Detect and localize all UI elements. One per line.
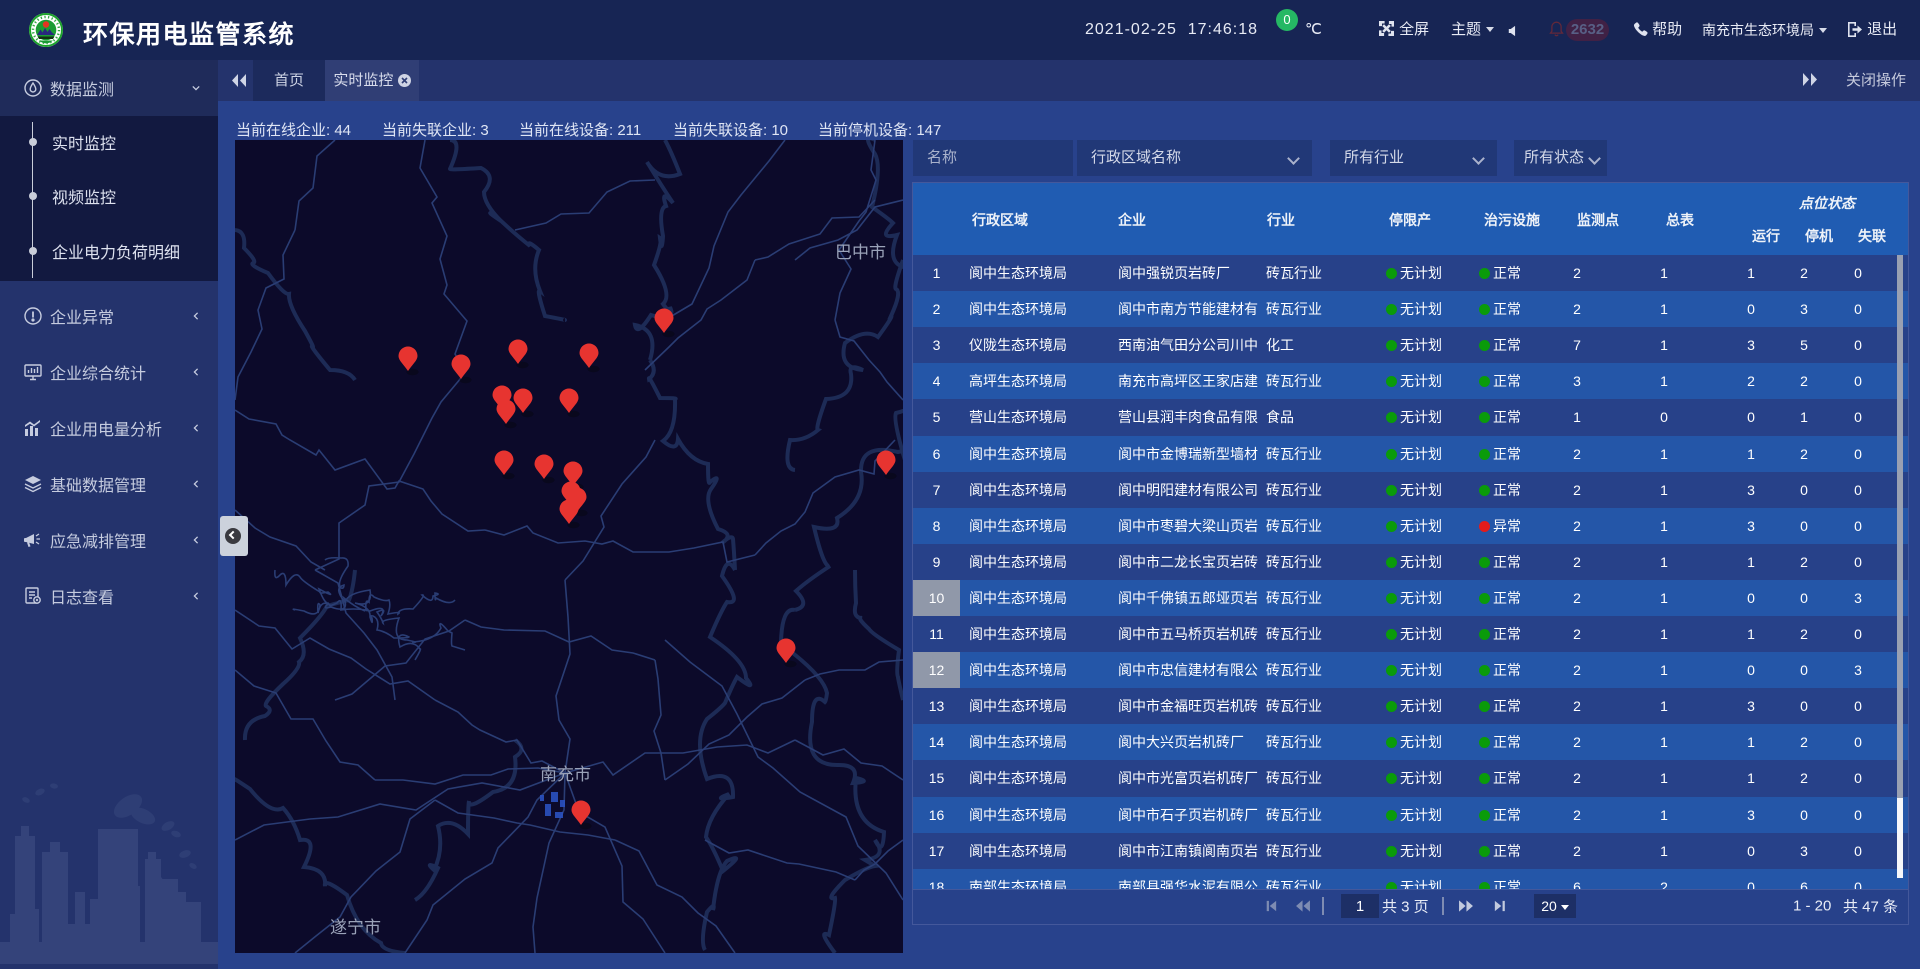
- svg-text:巴中市: 巴中市: [835, 243, 886, 262]
- svg-text:南充市: 南充市: [540, 765, 591, 784]
- svg-text:遂宁市: 遂宁市: [330, 918, 381, 937]
